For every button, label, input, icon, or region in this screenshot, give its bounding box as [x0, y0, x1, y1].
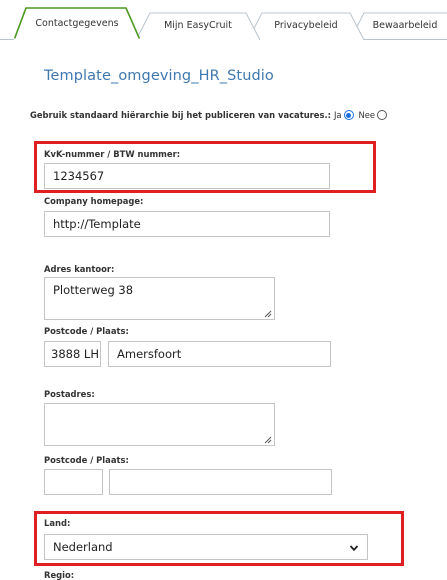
tab-label: Privacybeleid — [274, 20, 338, 31]
postal-address-textarea[interactable] — [44, 403, 275, 446]
tab-bar: Bewaarbeleid Privacybeleid Mijn EasyCrui… — [0, 0, 447, 40]
kvk-input[interactable]: 1234567 — [44, 163, 330, 189]
radio-yes[interactable] — [343, 110, 354, 120]
postal-address-label: Postadres: — [44, 389, 95, 399]
hierarchy-question-label: Gebruik standaard hiërarchie bij het pub… — [30, 110, 332, 120]
hierarchy-question: Gebruik standaard hiërarchie bij het pub… — [30, 110, 447, 120]
tab-bar-divider — [0, 39, 14, 40]
country-label: Land: — [44, 518, 71, 528]
country-select[interactable]: Nederland — [44, 534, 368, 560]
tab-mijn-easycruit[interactable]: Mijn EasyCruit — [136, 12, 260, 40]
office-postcode-input[interactable]: 3888 LH — [44, 341, 101, 367]
tab-bewaarbeleid[interactable]: Bewaarbeleid — [350, 12, 447, 40]
office-address-label: Adres kantoor: — [44, 264, 115, 274]
tab-label: Bewaarbeleid — [372, 20, 438, 31]
office-postcode-city-label: Postcode / Plaats: — [44, 326, 129, 336]
tab-contactgegevens[interactable]: Contactgegevens — [14, 6, 140, 40]
country-selected-value: Nederland — [53, 540, 113, 554]
office-address-textarea[interactable]: Plotterweg 38 — [44, 277, 275, 320]
postal-city-input[interactable] — [109, 469, 332, 495]
chevron-down-icon — [349, 545, 359, 552]
tab-label: Mijn EasyCruit — [164, 20, 232, 31]
postal-postcode-input[interactable] — [44, 469, 103, 495]
tab-label: Contactgegevens — [35, 18, 119, 29]
homepage-input[interactable]: http://Template — [44, 211, 330, 237]
page-title: Template_omgeving_HR_Studio — [44, 68, 274, 84]
option-no-label: Nee — [358, 110, 376, 120]
kvk-label: KvK-nummer / BTW nummer: — [44, 149, 181, 159]
radio-no[interactable] — [377, 110, 388, 120]
postal-postcode-city-label: Postcode / Plaats: — [44, 455, 129, 465]
homepage-label: Company homepage: — [44, 196, 144, 206]
tab-privacybeleid[interactable]: Privacybeleid — [248, 12, 364, 40]
option-yes-label: Ja — [333, 110, 342, 120]
office-city-input[interactable]: Amersfoort — [108, 341, 331, 367]
